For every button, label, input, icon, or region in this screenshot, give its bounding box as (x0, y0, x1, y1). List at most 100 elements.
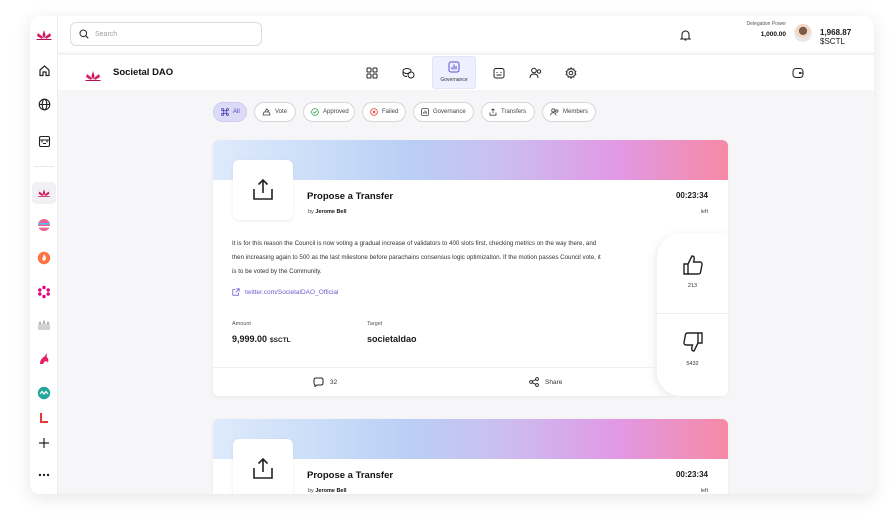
share-upload-icon (253, 178, 273, 200)
dao-logo-icon[interactable] (30, 24, 58, 46)
bell-icon[interactable] (679, 26, 692, 45)
target-value: societaldao (367, 334, 417, 344)
proposal-link-text: twitter.com/SocietalDAO_Official (245, 288, 339, 296)
dao-nav-bar: Societal DAO Governance (58, 54, 874, 90)
home-icon[interactable] (30, 59, 58, 81)
vote-divider (657, 313, 728, 314)
downvote-count: 5432 (686, 361, 699, 367)
coins-icon[interactable] (401, 66, 415, 80)
balance[interactable]: 1,968.87 $SCTL (820, 28, 874, 46)
avatar[interactable] (794, 24, 812, 42)
filter-failed-label: Failed (382, 109, 399, 115)
dao-partial-icon[interactable] (30, 412, 58, 424)
comments-button[interactable]: 32 (313, 377, 337, 387)
dao-figures-icon[interactable] (30, 314, 58, 336)
filter-approved[interactable]: Approved (303, 102, 355, 122)
wallet-icon[interactable] (791, 66, 805, 80)
delegation-power: Delegation Power 1,000.00 (708, 21, 786, 38)
upload-chip-icon (489, 108, 497, 116)
proposal-footer: 32 Share (213, 367, 657, 396)
dao-stripes-icon[interactable] (30, 214, 58, 236)
upvote-count: 213 (687, 283, 698, 289)
proposal-title[interactable]: Propose a Transfer (307, 191, 393, 202)
balance-unit: $SCTL (820, 37, 845, 46)
thumbs-down-icon[interactable] (681, 330, 705, 354)
comments-count: 32 (330, 378, 338, 386)
filter-transfers-label: Transfers (501, 109, 527, 115)
amount-label: Amount (232, 321, 251, 327)
dao-societal-icon[interactable] (32, 182, 56, 204)
share-upload-icon (253, 457, 273, 479)
amount-number: 9,999.00 (232, 334, 268, 344)
brand-logo-icon (84, 67, 102, 86)
proposal-author-name[interactable]: Jerome Bell (315, 488, 346, 494)
members-icon[interactable] (528, 66, 542, 80)
check-circle-icon (311, 108, 319, 116)
share-icon (529, 377, 539, 387)
proposal-card: Propose a Transfer by Jerome Bell 00:23:… (213, 140, 728, 396)
share-label: Share (545, 378, 563, 386)
proposal-card: Propose a Transfer by Jerome Bell 00:23:… (213, 419, 728, 494)
delegation-power-label: Delegation Power (746, 21, 786, 27)
ballot-icon (262, 108, 271, 116)
amount-value: 9,999.00 $SCTL (232, 334, 291, 344)
calendar-icon[interactable] (492, 66, 506, 80)
proposal-timer-suffix: left (700, 488, 708, 494)
filter-members[interactable]: Members (542, 102, 596, 122)
search-icon (79, 29, 89, 39)
globe-icon[interactable] (30, 93, 58, 115)
filter-all[interactable]: All (213, 102, 247, 122)
store-icon[interactable] (30, 130, 58, 152)
proposal-timer-suffix: left (700, 209, 708, 215)
brand-name: Societal DAO (113, 67, 174, 78)
dao-unicorn-icon[interactable] (30, 348, 58, 370)
dao-wave-icon[interactable] (30, 382, 58, 404)
filter-all-label: All (233, 109, 240, 115)
proposal-author-prefix: by (308, 488, 314, 494)
members-chip-icon (550, 108, 559, 116)
filter-transfers[interactable]: Transfers (481, 102, 535, 122)
proposal-link[interactable]: twitter.com/SocietalDAO_Official (232, 288, 338, 296)
governance-icon (447, 60, 461, 74)
top-bar: Search Delegation Power 1,000.00 1,968.8… (58, 16, 874, 52)
proposal-thumbnail (233, 160, 293, 220)
left-rail (30, 16, 58, 494)
proposal-timer: 00:23:34 (675, 470, 708, 479)
dao-flame-icon[interactable] (30, 247, 58, 269)
gear-icon[interactable] (564, 66, 578, 80)
filter-vote-label: Vote (275, 109, 288, 115)
delegation-power-value: 1,000.00 (760, 31, 786, 38)
external-link-icon (232, 288, 240, 296)
search-input[interactable]: Search (70, 22, 262, 46)
balance-amount: 1,968.87 (820, 28, 852, 37)
filter-failed[interactable]: Failed (362, 102, 406, 122)
filter-approved-label: Approved (323, 109, 349, 115)
vote-panel: 213 5432 (657, 233, 728, 396)
dao-polkadot-icon[interactable] (30, 281, 58, 303)
proposal-author: by Jerome Bell (308, 488, 347, 494)
proposal-author-prefix: by (308, 209, 314, 215)
dashboard-icon[interactable] (365, 66, 379, 80)
proposal-title[interactable]: Propose a Transfer (307, 470, 393, 481)
proposal-thumbnail (233, 439, 293, 494)
rail-divider (34, 166, 54, 167)
target-label: Target (367, 321, 383, 327)
filter-governance[interactable]: Governance (413, 102, 474, 122)
add-dao-icon[interactable] (30, 432, 58, 454)
proposal-author-name[interactable]: Jerome Bell (315, 209, 346, 215)
tab-governance-label: Governance (440, 77, 468, 83)
thumbs-up-icon[interactable] (681, 253, 705, 277)
filter-vote[interactable]: Vote (254, 102, 296, 122)
proposal-description: It is for this reason the Council is now… (232, 240, 601, 275)
proposal-author: by Jerome Bell (308, 209, 347, 215)
amount-unit: $SCTL (270, 337, 291, 344)
x-circle-icon (370, 108, 378, 116)
proposal-timer: 00:23:34 (675, 191, 708, 200)
filter-governance-label: Governance (433, 109, 466, 115)
search-placeholder: Search (95, 30, 118, 38)
app-window: Search Delegation Power 1,000.00 1,968.8… (30, 16, 874, 494)
filter-members-label: Members (563, 109, 589, 115)
share-button[interactable]: Share (529, 377, 562, 387)
more-icon[interactable] (30, 464, 58, 486)
command-icon (221, 108, 229, 116)
